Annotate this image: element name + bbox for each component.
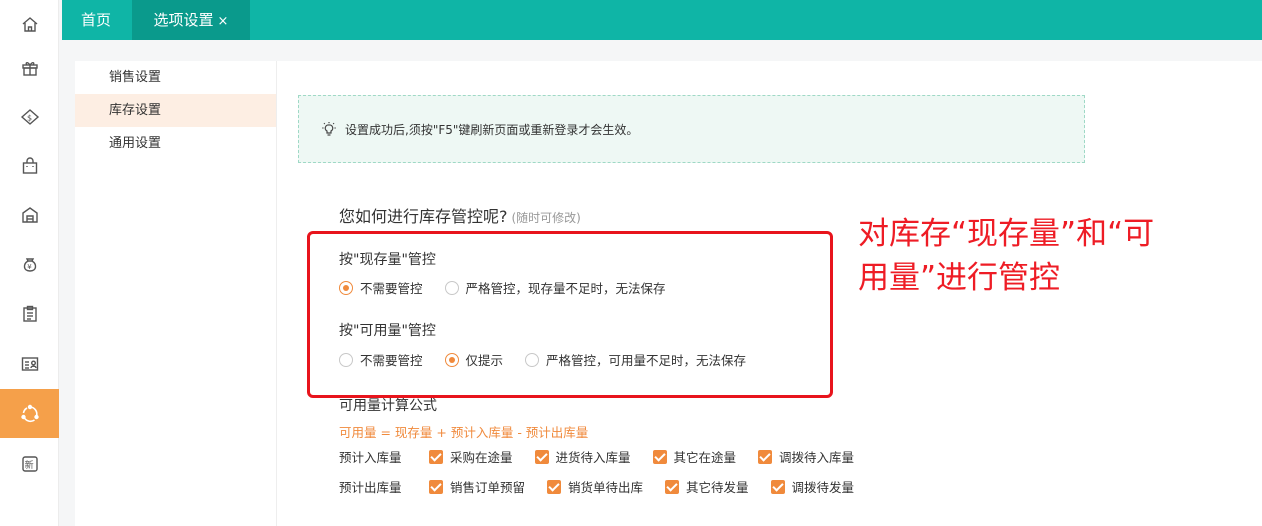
- check-row-label: 预计出库量: [339, 480, 402, 495]
- settings-menu: 销售设置 库存设置 通用设置: [75, 61, 277, 526]
- checkbox-checked[interactable]: [429, 479, 443, 494]
- money-bag-icon[interactable]: ¥: [0, 239, 59, 288]
- tab-home[interactable]: 首页: [62, 0, 130, 40]
- shopping-bag-icon[interactable]: [0, 141, 59, 190]
- formula-title: 可用量计算公式: [339, 398, 437, 414]
- checkbox-checked[interactable]: [770, 479, 785, 494]
- checkbox-transfer-pending-out[interactable]: 调拨待发量: [770, 477, 855, 496]
- question-text: 您如何进行库存管控呢?: [339, 207, 508, 226]
- checkbox-label: 销货单待出库: [568, 480, 644, 495]
- menu-item-inventory-settings[interactable]: 库存设置: [75, 94, 276, 127]
- checkbox-other-in-transit[interactable]: 其它在途量: [652, 447, 737, 466]
- annotation-line-1: 对库存“现存量”和“可: [858, 216, 1155, 252]
- checkbox-checked[interactable]: [758, 449, 773, 464]
- new-badge-icon[interactable]: 新: [0, 439, 59, 488]
- checkbox-other-pending-out[interactable]: 其它待发量: [665, 477, 749, 496]
- checkbox-label: 销售订单预留: [450, 480, 526, 495]
- annotation-highlight-box: [307, 231, 833, 398]
- check-row-expected-in: 预计入库量 采购在途量 进货待入库量 其它在途量 调拨待入库量: [339, 447, 876, 466]
- menu-item-sales-settings[interactable]: 销售设置: [75, 61, 276, 94]
- svg-text:¥: ¥: [27, 263, 32, 271]
- id-card-icon[interactable]: [0, 339, 59, 388]
- formula-text: 可用量 = 现存量 + 预计入库量 - 预计出库量: [339, 425, 589, 440]
- close-icon[interactable]: ×: [218, 14, 229, 29]
- icon-sidebar: $ ¥ 新: [0, 0, 59, 526]
- refresh-cycle-icon[interactable]: [0, 389, 59, 438]
- checkbox-label: 其它在途量: [673, 450, 737, 465]
- checkbox-label: 调拨待入库量: [779, 450, 855, 465]
- checkbox-purchase-pending-in[interactable]: 进货待入库量: [534, 447, 631, 466]
- check-row-label: 预计入库量: [339, 450, 402, 465]
- checkbox-checked[interactable]: [665, 479, 680, 494]
- question-hint: (随时可修改): [511, 211, 581, 225]
- menu-item-general-settings[interactable]: 通用设置: [75, 127, 276, 160]
- annotation-text: 对库存“现存量”和“可 用量”进行管控: [858, 212, 1238, 300]
- checkbox-sales-order-reserved[interactable]: 销售订单预留: [429, 477, 525, 496]
- warehouse-icon[interactable]: [0, 190, 59, 239]
- checkbox-checked[interactable]: [547, 479, 562, 494]
- gift-icon[interactable]: [0, 43, 59, 92]
- tip-text: 设置成功后,须按"F5"键刷新页面或重新登录才会生效。: [345, 122, 639, 137]
- checkbox-checked[interactable]: [652, 449, 667, 464]
- question-title: 您如何进行库存管控呢? (随时可修改): [339, 203, 581, 227]
- svg-text:$: $: [27, 113, 32, 122]
- checkbox-transfer-pending-in[interactable]: 调拨待入库量: [758, 447, 854, 466]
- home-icon[interactable]: [0, 0, 59, 49]
- tip-box: 设置成功后,须按"F5"键刷新页面或重新登录才会生效。: [298, 95, 1085, 163]
- annotation-line-2: 用量”进行管控: [858, 260, 1061, 296]
- checkbox-purchase-in-transit[interactable]: 采购在途量: [429, 447, 513, 466]
- checkbox-checked[interactable]: [429, 449, 443, 464]
- money-house-icon[interactable]: $: [0, 92, 59, 141]
- check-row-expected-out: 预计出库量 销售订单预留 销货单待出库 其它待发量 调拨待发量: [339, 477, 876, 496]
- checkbox-label: 调拨待发量: [791, 480, 855, 495]
- lightbulb-icon: [322, 122, 336, 136]
- checkbox-label: 其它待发量: [686, 480, 749, 495]
- svg-text:新: 新: [24, 459, 33, 471]
- top-tab-bar: 首页 选项设置 ×: [62, 0, 1262, 40]
- checkbox-sales-pending-out[interactable]: 销货单待出库: [547, 477, 643, 496]
- checkbox-label: 进货待入库量: [555, 450, 631, 465]
- clipboard-icon[interactable]: [0, 289, 59, 338]
- checkbox-checked[interactable]: [534, 449, 549, 464]
- tab-options[interactable]: 选项设置 ×: [132, 0, 250, 40]
- tab-options-label: 选项设置: [153, 11, 214, 29]
- checkbox-label: 采购在途量: [450, 450, 513, 465]
